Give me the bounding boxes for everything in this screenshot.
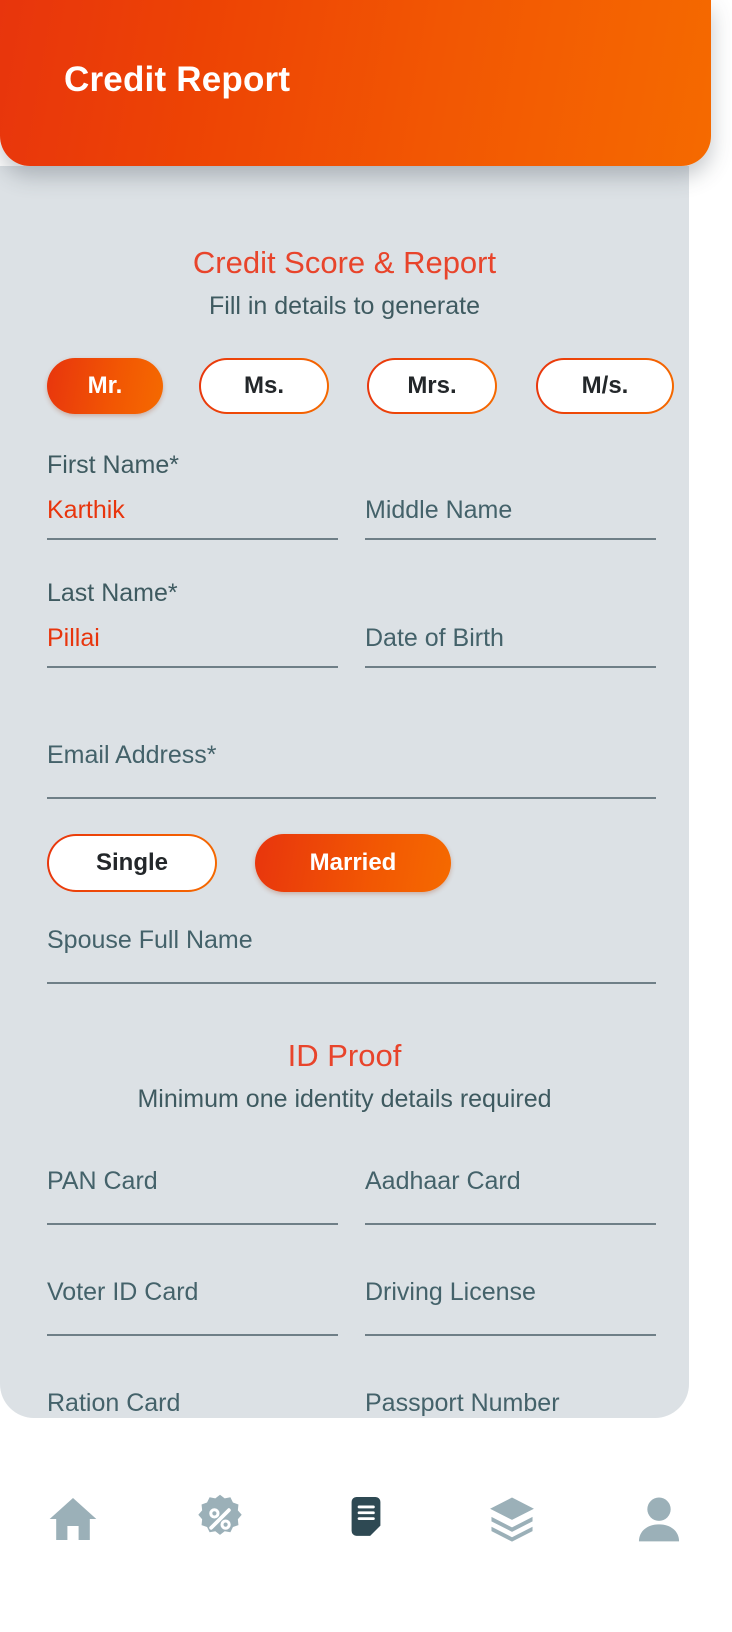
first-name-value: Karthik (47, 496, 125, 524)
form-card: Credit Score & Report Fill in details to… (0, 166, 689, 1418)
passport-number-placeholder: Passport Number (365, 1389, 560, 1417)
pan-card-placeholder: PAN Card (47, 1167, 158, 1195)
voter-id-card-field[interactable]: Voter ID Card (47, 1278, 338, 1336)
nav-item-home[interactable] (23, 1474, 123, 1564)
salutation-option-mrs[interactable]: Mrs. (367, 358, 497, 414)
nav-item-profile[interactable] (609, 1474, 709, 1564)
pan-card-field[interactable]: PAN Card (47, 1167, 338, 1225)
nav-item-layers[interactable] (462, 1474, 562, 1564)
salutation-option-ms-plural[interactable]: M/s. (536, 358, 674, 414)
app-screen: Credit Report Credit Score & Report Fill… (0, 0, 732, 1632)
app-header: Credit Report (0, 0, 711, 166)
middle-name-placeholder: Middle Name (365, 496, 513, 524)
driving-license-field[interactable]: Driving License (365, 1278, 656, 1336)
marital-status-label: Married (309, 849, 397, 876)
middle-name-field[interactable]: Middle Name (365, 451, 656, 540)
ration-card-field[interactable]: Ration Card (47, 1389, 338, 1418)
salutation-label: Ms. (243, 372, 284, 399)
last-name-field[interactable]: Last Name* Pillai (47, 579, 338, 668)
page-title: Credit Report (64, 60, 291, 99)
last-name-label: Last Name* (47, 579, 178, 607)
ration-card-placeholder: Ration Card (47, 1389, 181, 1417)
passport-number-field[interactable]: Passport Number (365, 1389, 656, 1418)
first-name-label: First Name* (47, 451, 179, 479)
first-name-underline (47, 538, 338, 540)
date-of-birth-placeholder: Date of Birth (365, 624, 504, 652)
first-name-field[interactable]: First Name* Karthik (47, 451, 338, 540)
nav-item-reports[interactable] (316, 1474, 416, 1564)
id-proof-subtitle: Minimum one identity details required (137, 1085, 552, 1113)
pan-card-underline (47, 1223, 338, 1225)
salutation-label: Mr. (87, 372, 123, 399)
home-icon (45, 1491, 101, 1547)
marital-status-single[interactable]: Single (47, 834, 217, 892)
salutation-label: M/s. (581, 372, 629, 399)
aadhaar-card-placeholder: Aadhaar Card (365, 1167, 521, 1195)
email-field[interactable]: Email Address* (47, 741, 656, 799)
aadhaar-card-field[interactable]: Aadhaar Card (365, 1167, 656, 1225)
percent-badge-icon (192, 1491, 248, 1547)
voter-id-card-underline (47, 1334, 338, 1336)
date-of-birth-underline (365, 666, 656, 668)
person-icon (631, 1491, 687, 1547)
marital-status-label: Single (95, 849, 168, 876)
last-name-value: Pillai (47, 624, 100, 652)
last-name-underline (47, 666, 338, 668)
email-underline (47, 797, 656, 799)
aadhaar-card-underline (365, 1223, 656, 1225)
driving-license-placeholder: Driving License (365, 1278, 536, 1306)
driving-license-underline (365, 1334, 656, 1336)
spouse-name-placeholder: Spouse Full Name (47, 926, 253, 954)
layers-icon (484, 1491, 540, 1547)
id-proof-title: ID Proof (287, 1038, 402, 1073)
spouse-name-field[interactable]: Spouse Full Name (47, 926, 656, 984)
document-icon (339, 1492, 393, 1546)
section-title: Credit Score & Report (192, 245, 497, 280)
salutation-label: Mrs. (407, 372, 457, 399)
salutation-option-ms[interactable]: Ms. (199, 358, 329, 414)
voter-id-card-placeholder: Voter ID Card (47, 1278, 199, 1306)
salutation-option-mr[interactable]: Mr. (47, 358, 163, 414)
middle-name-underline (365, 538, 656, 540)
section-subtitle: Fill in details to generate (209, 292, 480, 320)
nav-item-offers[interactable] (170, 1474, 270, 1564)
date-of-birth-field[interactable]: Date of Birth (365, 579, 656, 668)
spouse-name-underline (47, 982, 656, 984)
bottom-navigation-bar (0, 1444, 732, 1632)
email-placeholder: Email Address* (47, 741, 217, 769)
marital-status-married[interactable]: Married (255, 834, 451, 892)
